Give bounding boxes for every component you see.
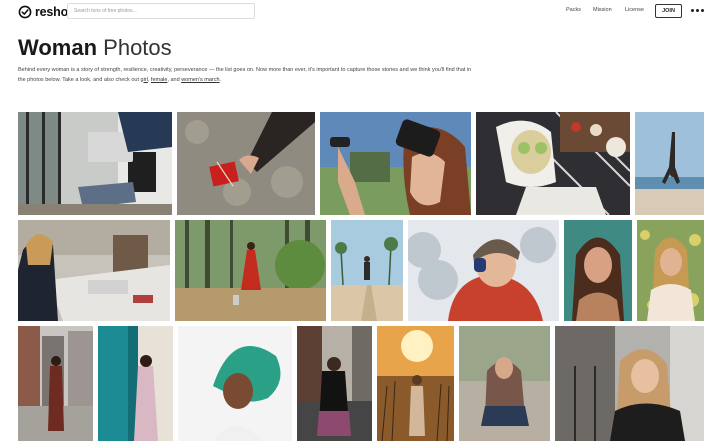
photo-image: [377, 326, 454, 441]
nav-mission[interactable]: Mission: [593, 7, 612, 13]
page-title-bold: Woman: [18, 35, 98, 60]
photo-image: [476, 112, 630, 215]
top-bar: reshot Packs Mission License JOIN: [0, 0, 720, 24]
photo-woman-flowers[interactable]: [637, 220, 704, 321]
photo-woman-red-dress-forest[interactable]: [175, 220, 326, 321]
photo-woman-teal-hair[interactable]: [178, 326, 292, 441]
description-sep: , and: [167, 76, 182, 83]
photo-woman-downtown[interactable]: [297, 326, 372, 441]
photo-woman-winter-hat[interactable]: [408, 220, 559, 321]
photo-hand-gift-box[interactable]: [177, 112, 315, 215]
more-dot: [701, 9, 704, 12]
photo-woman-vr-headset[interactable]: [320, 112, 471, 215]
join-button[interactable]: JOIN: [655, 4, 682, 18]
link-female[interactable]: female: [151, 77, 168, 83]
photo-woman-teal-wall[interactable]: [98, 326, 173, 441]
photo-image: [635, 112, 704, 215]
photo-image: [297, 326, 372, 441]
photo-image: [18, 220, 170, 321]
search-input[interactable]: [67, 3, 255, 19]
photo-image: [18, 326, 93, 441]
photo-woman-portrait-teal[interactable]: [564, 220, 632, 321]
more-dot: [696, 9, 699, 12]
nav-packs[interactable]: Packs: [566, 7, 581, 13]
description-end: .: [219, 76, 222, 83]
description-text: Behind every woman is a story of strengt…: [18, 67, 472, 83]
link-womens-march[interactable]: women's march: [181, 77, 219, 83]
photo-image: [459, 326, 550, 441]
photo-woman-laptop-window[interactable]: [18, 112, 172, 215]
photo-image: [175, 220, 326, 321]
reshot-logo-icon: [18, 5, 32, 19]
photo-image: [177, 112, 315, 215]
photo-image: [178, 326, 292, 441]
photo-image: [555, 326, 704, 441]
photo-image: [408, 220, 559, 321]
link-girl[interactable]: girl: [141, 77, 148, 83]
photo-image: [98, 326, 173, 441]
photo-image: [320, 112, 471, 215]
photo-woman-cafe-chair[interactable]: [555, 326, 704, 441]
nav-license[interactable]: License: [625, 7, 644, 13]
photo-woman-city-street[interactable]: [18, 326, 93, 441]
page-description: Behind every woman is a story of strengt…: [18, 66, 478, 85]
photo-beach-yoga[interactable]: [635, 112, 704, 215]
photo-image: [331, 220, 403, 321]
more-dot: [691, 9, 694, 12]
page-title: Woman Photos: [18, 34, 172, 61]
photo-image: [564, 220, 632, 321]
photo-woman-office-desk[interactable]: [18, 220, 170, 321]
more-menu-icon[interactable]: [691, 9, 704, 12]
photo-woman-crouching-park[interactable]: [459, 326, 550, 441]
photo-woman-sunset-field[interactable]: [377, 326, 454, 441]
photo-image: [18, 112, 172, 215]
page-title-light: Photos: [97, 35, 172, 60]
photo-image: [637, 220, 704, 321]
photo-woman-face-mask[interactable]: [476, 112, 630, 215]
photo-woman-palm-road[interactable]: [331, 220, 403, 321]
reshot-logo[interactable]: reshot: [18, 4, 72, 20]
